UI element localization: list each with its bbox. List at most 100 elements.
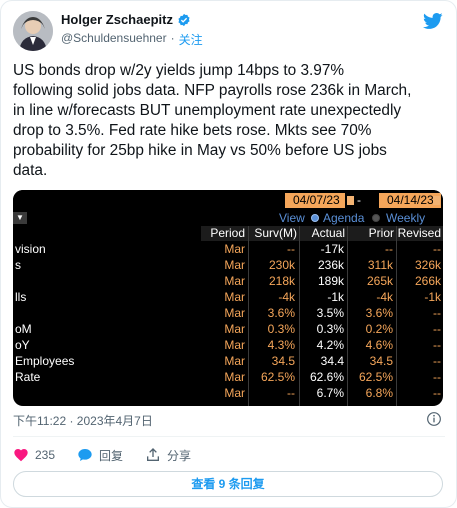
table-row[interactable]: Rate Mar 62.5% 62.6% 62.5% -- — [13, 369, 443, 385]
row-period: Mar — [224, 258, 245, 272]
row-label: vision — [15, 242, 46, 256]
like-count: 235 — [35, 448, 56, 462]
row-survey: 3.6% — [267, 306, 295, 320]
table-row[interactable]: vision Mar -- -17k -- -- — [13, 241, 443, 257]
terminal-view-row: ▼ View Agenda Weekly — [13, 211, 443, 225]
actions-divider — [13, 436, 445, 437]
tweet-timestamp[interactable]: 下午11:22 · 2023年4月7日 — [13, 412, 153, 429]
column-header-revised[interactable]: Revised — [397, 226, 441, 241]
date-start-picker-icon[interactable] — [347, 196, 354, 205]
like-button[interactable]: 235 — [13, 447, 55, 463]
row-survey: 0.3% — [267, 322, 295, 336]
follow-button[interactable]: 关注 — [179, 31, 203, 48]
table-row[interactable]: s Mar 230k 236k 311k 326k — [13, 257, 443, 273]
row-prior: 265k — [366, 274, 393, 288]
row-revised: -- — [433, 338, 441, 352]
heart-icon — [13, 447, 29, 463]
terminal-date-bar: 04/07/23 - 04/14/23 — [13, 190, 443, 212]
row-revised: 326k — [414, 258, 441, 272]
tweet-text: US bonds drop w/2y yields jump 14bps to … — [13, 62, 412, 179]
row-actual: 236k — [317, 258, 344, 272]
row-survey: 218k — [268, 274, 295, 288]
row-period: Mar — [224, 354, 245, 368]
row-prior: 0.2% — [365, 322, 393, 336]
row-prior: -- — [385, 242, 393, 256]
column-header-actual[interactable]: Actual — [300, 226, 345, 241]
date-range-separator: - — [357, 193, 361, 207]
row-prior: 62.5% — [358, 370, 393, 384]
share-icon — [145, 447, 161, 463]
row-prior: 311k — [367, 258, 393, 272]
row-actual: 0.3% — [316, 322, 344, 336]
row-label: lls — [15, 290, 27, 304]
tweet-header: Holger Zschaepitz @Schuldensuehner · 关注 — [13, 11, 446, 51]
column-header-survey[interactable]: Surv(M) — [249, 226, 297, 241]
view-label: View — [279, 211, 305, 225]
author-name-row: Holger Zschaepitz — [61, 12, 191, 27]
row-label: oM — [15, 322, 32, 336]
row-period: Mar — [224, 306, 245, 320]
row-revised: -- — [433, 370, 441, 384]
table-row[interactable]: Mar -- 6.7% 6.8% -- — [13, 385, 443, 401]
row-survey: 230k — [268, 258, 295, 272]
author-handle[interactable]: @Schuldensuehner — [61, 31, 167, 48]
row-revised: -- — [433, 306, 441, 320]
reply-bubble-icon — [77, 447, 93, 463]
row-period: Mar — [224, 322, 245, 336]
row-revised: -- — [433, 386, 441, 400]
row-actual: 189k — [317, 274, 344, 288]
row-prior: 6.8% — [365, 386, 393, 400]
weekly-radio-icon[interactable] — [372, 214, 380, 222]
verified-badge-icon — [177, 13, 191, 27]
table-row[interactable]: Mar 218k 189k 265k 266k — [13, 273, 443, 289]
author-display-name[interactable]: Holger Zschaepitz — [61, 12, 173, 27]
agenda-option[interactable]: Agenda — [323, 211, 364, 225]
row-survey: 4.3% — [267, 338, 295, 352]
row-survey: -4k — [278, 290, 295, 304]
author-avatar[interactable] — [13, 11, 53, 51]
table-row[interactable]: oM Mar 0.3% 0.3% 0.2% -- — [13, 321, 443, 337]
reply-button[interactable]: 回复 — [77, 447, 123, 464]
table-row[interactable]: oY Mar 4.3% 4.2% 4.6% -- — [13, 337, 443, 353]
date-end-field[interactable]: 04/14/23 — [379, 193, 441, 208]
handle-separator: · — [170, 31, 175, 45]
author-handle-row: @Schuldensuehner · 关注 — [61, 31, 203, 48]
row-period: Mar — [224, 242, 245, 256]
row-actual: 34.4 — [320, 354, 344, 368]
tweet-actions-bar: 235 回复 分享 — [13, 445, 213, 465]
row-revised: -- — [433, 354, 441, 368]
share-button[interactable]: 分享 — [145, 447, 191, 464]
date-end-picker-icon[interactable] — [433, 196, 440, 205]
row-revised: -- — [433, 322, 441, 336]
table-row[interactable]: Employees Mar 34.5 34.4 34.5 -- — [13, 353, 443, 369]
date-start-field[interactable]: 04/07/23 — [285, 193, 345, 208]
row-period: Mar — [224, 290, 245, 304]
column-header-prior[interactable]: Prior — [348, 226, 394, 241]
row-actual: -1k — [327, 290, 344, 304]
row-survey: -- — [287, 386, 295, 400]
row-survey: 34.5 — [271, 354, 295, 368]
row-prior: 4.6% — [365, 338, 393, 352]
agenda-radio-icon[interactable] — [311, 214, 319, 222]
reply-label: 回复 — [99, 448, 124, 463]
row-label: s — [15, 258, 21, 272]
dropdown-toggle[interactable]: ▼ — [13, 212, 27, 224]
row-actual: 3.5% — [316, 306, 344, 320]
row-revised: -- — [433, 242, 441, 256]
row-prior: 34.5 — [369, 354, 393, 368]
tweet-card: Holger Zschaepitz @Schuldensuehner · 关注 … — [0, 0, 457, 508]
row-revised: -1k — [424, 290, 441, 304]
column-header-period[interactable]: Period — [203, 226, 245, 241]
row-actual: 6.7% — [316, 386, 344, 400]
row-survey: 62.5% — [260, 370, 295, 384]
tweet-media-image[interactable]: 04/07/23 - 04/14/23 ▼ View Agenda Weekly… — [13, 190, 443, 406]
table-row[interactable]: lls Mar -4k -1k -4k -1k — [13, 289, 443, 305]
row-prior: 3.6% — [365, 306, 393, 320]
table-row[interactable]: Mar 3.6% 3.5% 3.6% -- — [13, 305, 443, 321]
twitter-bird-icon[interactable] — [422, 11, 444, 31]
weekly-option[interactable]: Weekly — [386, 211, 425, 225]
row-actual: 62.6% — [309, 370, 344, 384]
info-icon[interactable] — [426, 411, 442, 427]
row-survey: -- — [287, 242, 295, 256]
view-replies-button[interactable]: 查看 9 条回复 — [13, 471, 443, 497]
